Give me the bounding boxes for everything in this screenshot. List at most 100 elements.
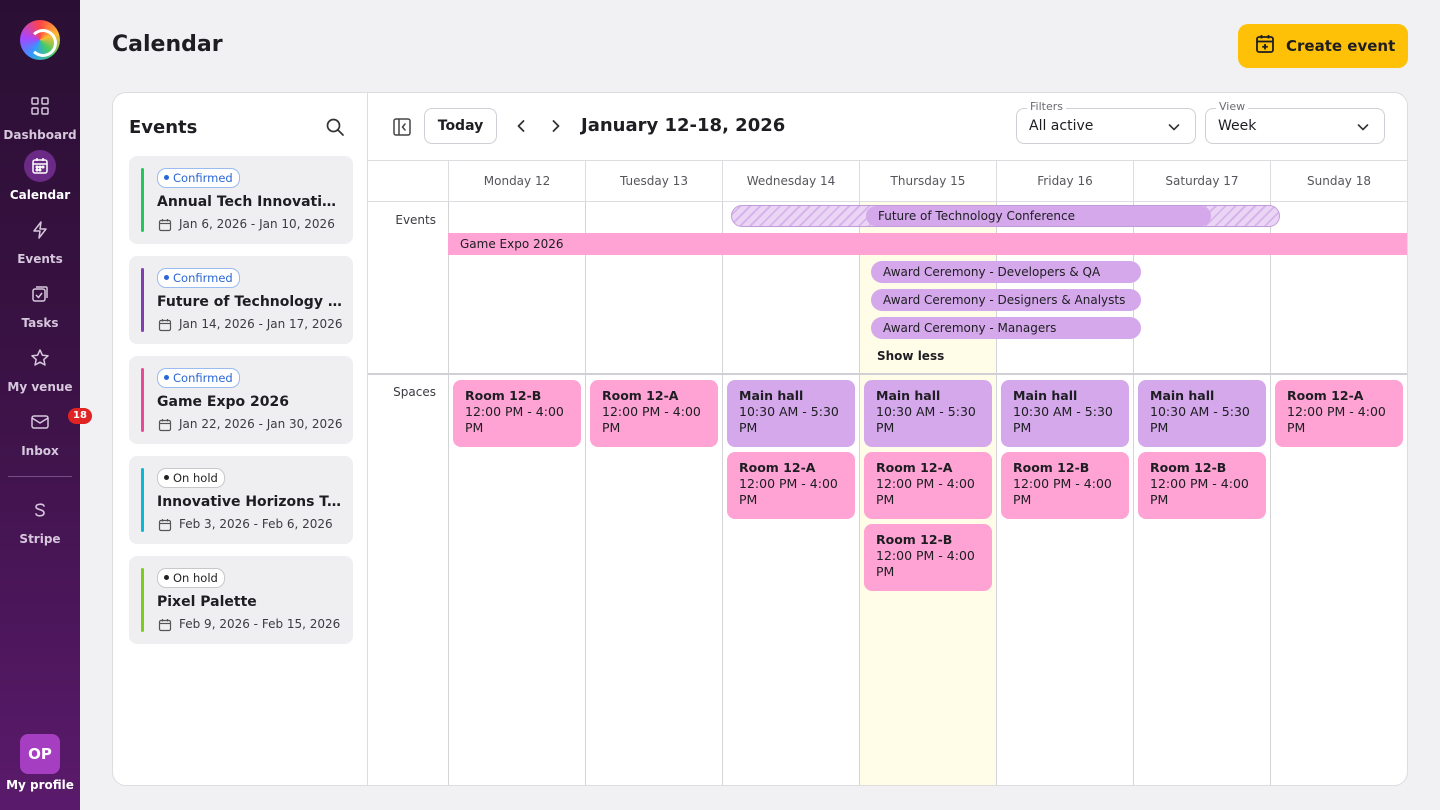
space-booking[interactable]: Room 12-A 12:00 PM - 4:00 PM [864,452,992,519]
today-button[interactable]: Today [424,108,497,144]
status-text: Confirmed [173,271,233,285]
nav-my-venue[interactable]: My venue [0,342,80,394]
event-name: Pixel Palette [157,594,257,610]
day-header[interactable]: Saturday 17 [1133,161,1270,201]
events-panel: Events Confirmed Annual Tech Innovation S… [113,93,368,785]
nav-label: My venue [7,380,73,394]
day-header[interactable]: Friday 16 [996,161,1133,201]
grid-divider [368,201,1407,202]
search-icon[interactable] [325,117,345,141]
collapse-panel-icon[interactable] [392,117,412,141]
create-event-button[interactable]: Create event [1238,24,1408,68]
space-name: Room 12-A [602,388,679,403]
space-time: 12:00 PM - 4:00 PM [739,476,838,507]
day-header[interactable]: Sunday 18 [1270,161,1407,201]
status-badge: Confirmed [157,168,240,188]
event-color-bar [141,268,144,332]
event-list-item[interactable]: Confirmed Game Expo 2026 Jan 22, 2026 - Ja… [129,356,353,444]
event-name: Innovative Horizons Technology Forum [157,494,345,510]
event-bar-award-dev-qa[interactable]: Award Ceremony - Developers & QA [871,261,1141,283]
event-dates: Feb 9, 2026 - Feb 15, 2026 [179,617,341,631]
status-badge: On hold [157,568,225,588]
space-booking[interactable]: Room 12-A 12:00 PM - 4:00 PM [1275,380,1403,447]
chevron-down-icon [1357,124,1369,131]
space-booking[interactable]: Room 12-A 12:00 PM - 4:00 PM [727,452,855,519]
event-list-item[interactable]: Confirmed Annual Tech Innovation Summit Ja… [129,156,353,244]
star-icon [24,342,56,374]
event-bar-future-tech[interactable]: Future of Technology Conference [866,206,1211,226]
avatar[interactable]: OP [20,734,60,774]
day-header[interactable]: Thursday 15 [859,161,996,201]
day-header[interactable]: Wednesday 14 [722,161,859,201]
event-bar-award-managers[interactable]: Award Ceremony - Managers [871,317,1141,339]
space-time: 12:00 PM - 4:00 PM [1150,476,1249,507]
nav-label: Stripe [19,532,61,546]
inbox-badge: 18 [68,408,92,424]
calendar-icon [158,317,172,336]
calendar-card: Events Confirmed Annual Tech Innovation S… [112,92,1408,786]
space-time: 10:30 AM - 5:30 PM [1150,404,1250,435]
event-bar-game-expo[interactable]: Game Expo 2026 [448,233,1407,255]
event-dates: Jan 22, 2026 - Jan 30, 2026 [179,417,343,431]
status-text: Confirmed [173,371,233,385]
sidebar: Dashboard Calendar Events Tasks My venue… [0,0,92,810]
chevron-right-icon[interactable] [545,115,567,137]
space-name: Main hall [1150,388,1215,403]
grid-icon [24,90,56,122]
grid-column-line [859,201,860,785]
space-booking[interactable]: Room 12-B 12:00 PM - 4:00 PM [1001,452,1129,519]
event-list-item[interactable]: On hold Innovative Horizons Technology Fo… [129,456,353,544]
space-name: Room 12-B [465,388,542,403]
filters-value: All active [1029,118,1094,134]
space-booking[interactable]: Room 12-B 12:00 PM - 4:00 PM [1138,452,1266,519]
chevron-down-icon [1168,124,1180,131]
nav-label: Calendar [9,188,71,202]
nav-tasks[interactable]: Tasks [0,278,80,330]
view-label: View [1216,100,1249,113]
status-dot-icon [164,275,169,280]
day-header[interactable]: Monday 12 [448,161,585,201]
calendar-area: Today January 12-18, 2026 Filters All ac… [368,93,1407,785]
space-booking[interactable]: Main hall 10:30 AM - 5:30 PM [864,380,992,447]
grid-column-line [585,201,586,785]
space-booking[interactable]: Main hall 10:30 AM - 5:30 PM [1001,380,1129,447]
profile-label[interactable]: My profile [0,778,80,792]
calendar-icon [158,517,172,536]
view-select[interactable]: View Week [1205,100,1385,144]
nav-stripe[interactable]: Stripe [0,494,80,546]
calendar-icon [158,417,172,436]
nav-calendar[interactable]: Calendar [0,150,80,202]
event-dates: Feb 3, 2026 - Feb 6, 2026 [179,517,333,531]
status-text: On hold [173,571,218,585]
space-booking[interactable]: Room 12-B 12:00 PM - 4:00 PM [453,380,581,447]
day-header[interactable]: Tuesday 13 [585,161,722,201]
nav-label: Events [17,252,63,266]
space-name: Main hall [876,388,941,403]
space-time: 12:00 PM - 4:00 PM [1287,404,1386,435]
chevron-left-icon[interactable] [510,115,532,137]
space-booking[interactable]: Room 12-A 12:00 PM - 4:00 PM [590,380,718,447]
space-booking[interactable]: Main hall 10:30 AM - 5:30 PM [1138,380,1266,447]
space-time: 12:00 PM - 4:00 PM [602,404,701,435]
event-color-bar [141,168,144,232]
nav-inbox[interactable]: 18 Inbox [0,406,92,458]
status-dot-icon [164,575,169,580]
nav-events[interactable]: Events [0,214,80,266]
show-less-link[interactable]: Show less [877,349,944,363]
status-badge: On hold [157,468,225,488]
space-booking[interactable]: Room 12-B 12:00 PM - 4:00 PM [864,524,992,591]
event-dates: Jan 6, 2026 - Jan 10, 2026 [179,217,335,231]
space-time: 12:00 PM - 4:00 PM [876,476,975,507]
grid-column-line [722,201,723,785]
event-list-item[interactable]: Confirmed Future of Technology Conference… [129,256,353,344]
event-color-bar [141,568,144,632]
space-name: Room 12-B [876,532,953,547]
filters-select[interactable]: Filters All active [1016,100,1196,144]
event-list-item[interactable]: On hold Pixel Palette Feb 9, 2026 - Feb 15… [129,556,353,644]
stripe-icon [24,494,56,526]
event-bar-award-designers[interactable]: Award Ceremony - Designers & Analysts [871,289,1141,311]
app-logo[interactable] [20,20,60,60]
space-booking[interactable]: Main hall 10:30 AM - 5:30 PM [727,380,855,447]
event-name: Game Expo 2026 [157,394,289,410]
nav-dashboard[interactable]: Dashboard [0,90,80,142]
